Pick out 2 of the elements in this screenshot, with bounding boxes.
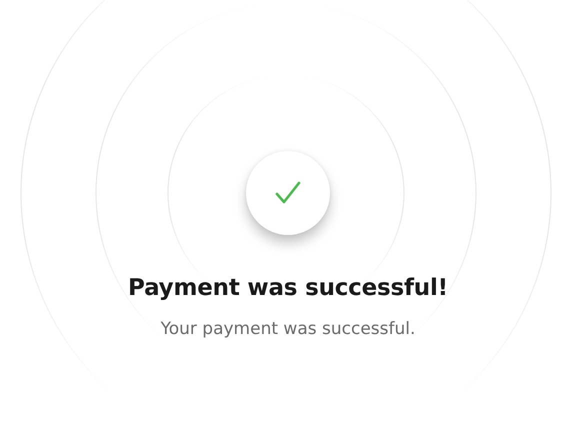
title: Payment was successful! — [128, 275, 448, 301]
message: Your payment was successful. — [160, 319, 416, 339]
